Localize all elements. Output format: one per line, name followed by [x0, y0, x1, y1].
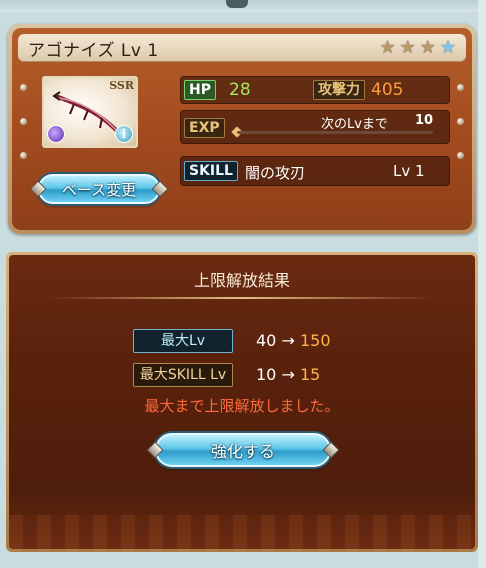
rivet	[20, 152, 27, 159]
page-edge	[478, 0, 486, 568]
star-icon: ★	[439, 37, 456, 58]
star-icon: ★	[379, 37, 396, 58]
skill-level: Lv 1	[393, 162, 425, 180]
rivet	[20, 118, 27, 125]
weapon-name: アゴナイズ Lv 1	[28, 40, 159, 61]
max-skill-to: 15	[299, 365, 321, 384]
arrow-icon: →	[281, 365, 295, 384]
info-icon[interactable]: i	[115, 125, 133, 143]
star-icon: ★	[419, 37, 436, 58]
max-lv-from: 40	[256, 331, 277, 350]
weapon-thumbnail[interactable]: SSR i	[42, 76, 138, 148]
skill-name: 闇の攻刃	[245, 164, 306, 182]
result-title: 上限解放結果	[193, 271, 290, 290]
rivet	[457, 118, 464, 125]
arrow-icon: →	[281, 331, 295, 350]
attack-value: 405	[371, 80, 404, 100]
button-cap-left	[29, 180, 47, 198]
uncap-result-inner: 上限解放結果 最大Lv 40 → 150 最大SKILL Lv 10 → 15 …	[9, 255, 475, 549]
skill-label: SKILL	[184, 161, 238, 181]
weapon-card-panel: アゴナイズ Lv 1 ★ ★ ★ ★ SSR i HP 28 攻撃力 405 E…	[8, 24, 476, 234]
exp-next-value: 10	[415, 113, 434, 128]
max-lv-label: 最大Lv	[133, 329, 233, 353]
uncap-result-panel: 上限解放結果 最大Lv 40 → 150 最大SKILL Lv 10 → 15 …	[6, 252, 478, 552]
bottom-ornament	[9, 515, 475, 549]
max-lv-to: 150	[299, 331, 331, 350]
button-cap-right	[322, 441, 340, 459]
stats-row: HP 28 攻撃力 405	[180, 76, 450, 104]
weapon-card-inner: アゴナイズ Lv 1 ★ ★ ★ ★ SSR i HP 28 攻撃力 405 E…	[12, 28, 472, 230]
skill-row[interactable]: SKILL 闇の攻刃 Lv 1	[180, 156, 450, 186]
card-title-bar: アゴナイズ Lv 1 ★ ★ ★ ★	[18, 34, 466, 62]
uncap-stars: ★ ★ ★ ★	[379, 39, 456, 57]
exp-row: EXP 次のLvまで 10	[180, 110, 450, 144]
base-change-button[interactable]: ベース変更	[29, 174, 169, 204]
rivet	[457, 84, 464, 91]
max-skill-from: 10	[256, 365, 277, 384]
title-divider	[49, 297, 435, 299]
star-icon: ★	[399, 37, 416, 58]
exp-label: EXP	[184, 118, 225, 138]
hp-value: 28	[229, 80, 251, 100]
scroll-handle[interactable]	[226, 0, 248, 8]
rivet	[20, 84, 27, 91]
button-cap-left	[146, 441, 164, 459]
max-skill-change: 10 → 15	[256, 365, 320, 384]
dark-element-icon	[47, 125, 65, 143]
base-change-label: ベース変更	[61, 180, 137, 199]
enhance-label: 強化する	[210, 442, 275, 461]
exp-progress-bar	[237, 131, 433, 134]
rarity-badge: SSR	[109, 79, 134, 92]
enhance-button[interactable]: 強化する	[146, 433, 340, 467]
top-strip	[0, 0, 486, 12]
hp-label: HP	[184, 80, 216, 100]
max-skill-label: 最大SKILL Lv	[133, 363, 233, 387]
attack-label: 攻撃力	[313, 80, 365, 100]
max-lv-change: 40 → 150	[256, 331, 331, 350]
uncap-complete-notice: 最大まで上限解放しました。	[144, 397, 340, 415]
rivet	[457, 152, 464, 159]
exp-next-text: 次のLvまで	[321, 117, 388, 132]
button-cap-right	[151, 180, 169, 198]
